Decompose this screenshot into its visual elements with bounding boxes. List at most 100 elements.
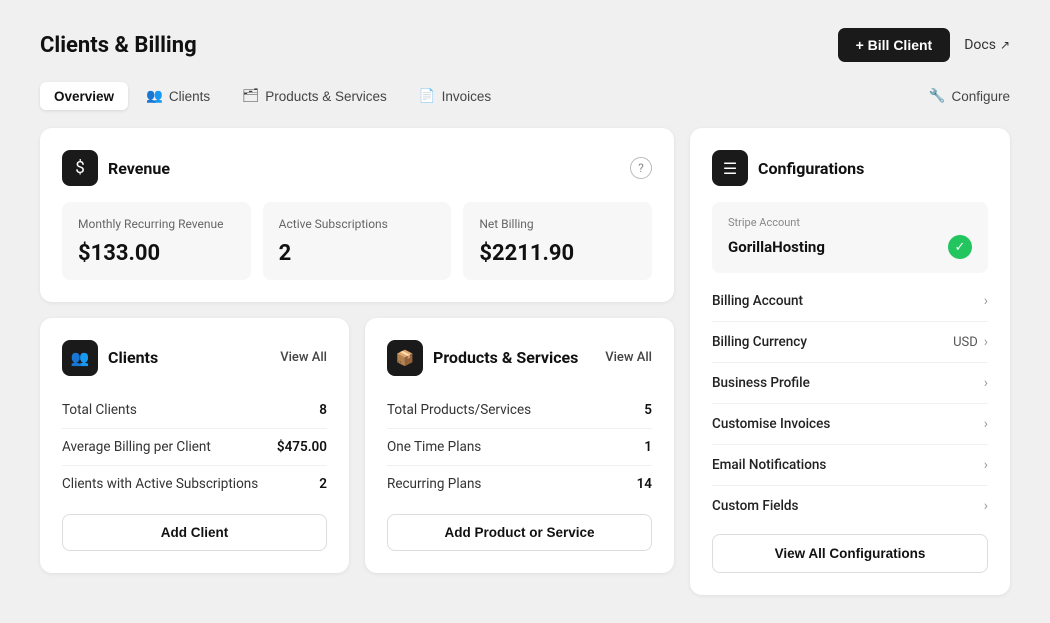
view-all-configurations-button[interactable]: View All Configurations <box>712 534 988 573</box>
stat-avg-billing-value: $475.00 <box>277 439 327 455</box>
clients-view-all[interactable]: View All <box>280 350 327 365</box>
metric-subscriptions: Active Subscriptions 2 <box>263 202 452 280</box>
products-card-header: 📦 Products & Services View All <box>387 340 652 376</box>
configure-label: Configure <box>951 89 1010 104</box>
stat-recurring: Recurring Plans 14 <box>387 466 652 502</box>
add-product-button[interactable]: Add Product or Service <box>387 514 652 551</box>
stat-active-subs: Clients with Active Subscriptions 2 <box>62 466 327 502</box>
revenue-title-group: $ Revenue <box>62 150 170 186</box>
products-icon-box: 📦 <box>387 340 423 376</box>
revenue-icon: $ <box>62 150 98 186</box>
revenue-card-title: Revenue <box>108 159 170 178</box>
tab-overview[interactable]: Overview <box>40 82 128 110</box>
nav-tabs-left: Overview 👥 Clients 🗂 Products & Services… <box>40 82 505 110</box>
bill-client-button[interactable]: + Bill Client <box>838 28 951 62</box>
config-row-billing-account[interactable]: Billing Account › <box>712 281 988 322</box>
clients-icon: 👥 <box>146 88 163 104</box>
tab-clients-label: Clients <box>169 89 210 104</box>
clients-icon-box: 👥 <box>62 340 98 376</box>
stripe-check-icon: ✓ <box>948 235 972 259</box>
custom-fields-label: Custom Fields <box>712 498 799 514</box>
add-client-button[interactable]: Add Client <box>62 514 327 551</box>
config-icon-box: ☰ <box>712 150 748 186</box>
stat-active-subs-value: 2 <box>319 476 327 492</box>
revenue-card: $ Revenue ? Monthly Recurring Revenue $1… <box>40 128 674 302</box>
config-row-custom-fields[interactable]: Custom Fields › <box>712 486 988 526</box>
metric-subs-label: Active Subscriptions <box>279 216 436 233</box>
metric-subs-value: 2 <box>279 241 436 266</box>
tab-invoices[interactable]: 📄 Invoices <box>405 82 505 110</box>
stat-total-products-value: 5 <box>644 402 652 418</box>
products-icon: 🗂 <box>242 88 259 104</box>
billing-account-label: Billing Account <box>712 293 803 309</box>
stat-total-products: Total Products/Services 5 <box>387 392 652 429</box>
stripe-account-name: GorillaHosting <box>728 238 825 256</box>
billing-account-right: › <box>984 293 988 309</box>
chevron-icon: › <box>984 498 988 514</box>
stripe-account-label: Stripe Account <box>728 216 972 229</box>
help-icon[interactable]: ? <box>630 157 652 179</box>
main-grid: $ Revenue ? Monthly Recurring Revenue $1… <box>40 128 1010 595</box>
revenue-card-header: $ Revenue ? <box>62 150 652 186</box>
metric-mrr-label: Monthly Recurring Revenue <box>78 216 235 233</box>
stat-recurring-value: 14 <box>637 476 652 492</box>
chevron-icon: › <box>984 334 988 350</box>
tab-products[interactable]: 🗂 Products & Services <box>228 82 401 110</box>
config-row-business-profile[interactable]: Business Profile › <box>712 363 988 404</box>
clients-card-title: Clients <box>108 348 158 367</box>
metric-mrr-value: $133.00 <box>78 241 235 266</box>
chevron-icon: › <box>984 293 988 309</box>
config-card-header: ☰ Configurations <box>712 150 988 186</box>
products-card: 📦 Products & Services View All Total Pro… <box>365 318 674 573</box>
clients-stats: Total Clients 8 Average Billing per Clie… <box>62 392 327 502</box>
clients-products-grid: 👥 Clients View All Total Clients 8 Avera… <box>40 318 674 573</box>
billing-currency-label: Billing Currency <box>712 334 807 350</box>
business-profile-label: Business Profile <box>712 375 810 391</box>
page-header: Clients & Billing + Bill Client Docs ↗ <box>40 28 1010 62</box>
business-profile-right: › <box>984 375 988 391</box>
stat-total-clients-label: Total Clients <box>62 402 137 418</box>
products-view-all[interactable]: View All <box>605 350 652 365</box>
customise-invoices-label: Customise Invoices <box>712 416 830 432</box>
products-title-group: 📦 Products & Services <box>387 340 578 376</box>
chevron-icon: › <box>984 375 988 391</box>
custom-fields-right: › <box>984 498 988 514</box>
clients-card: 👥 Clients View All Total Clients 8 Avera… <box>40 318 349 573</box>
docs-link[interactable]: Docs ↗ <box>964 37 1010 53</box>
chevron-icon: › <box>984 416 988 432</box>
stat-total-clients: Total Clients 8 <box>62 392 327 429</box>
stat-one-time: One Time Plans 1 <box>387 429 652 466</box>
tab-overview-label: Overview <box>54 89 114 104</box>
docs-label: Docs <box>964 37 996 53</box>
header-actions: + Bill Client Docs ↗ <box>838 28 1010 62</box>
tab-products-label: Products & Services <box>265 89 387 104</box>
tab-invoices-label: Invoices <box>442 89 492 104</box>
config-row-email-notifications[interactable]: Email Notifications › <box>712 445 988 486</box>
config-title-group: ☰ Configurations <box>712 150 864 186</box>
nav-tabs: Overview 👥 Clients 🗂 Products & Services… <box>40 82 1010 110</box>
stat-total-clients-value: 8 <box>319 402 327 418</box>
config-card-title: Configurations <box>758 159 864 178</box>
left-column: $ Revenue ? Monthly Recurring Revenue $1… <box>40 128 674 595</box>
configure-button[interactable]: 🔧 Configure <box>929 88 1010 104</box>
tab-clients[interactable]: 👥 Clients <box>132 82 224 110</box>
chevron-icon: › <box>984 457 988 473</box>
revenue-metrics: Monthly Recurring Revenue $133.00 Active… <box>62 202 652 280</box>
products-card-title: Products & Services <box>433 348 578 367</box>
stat-total-products-label: Total Products/Services <box>387 402 531 418</box>
page-title: Clients & Billing <box>40 33 197 58</box>
config-rows: Billing Account › Billing Currency USD ›… <box>712 281 988 526</box>
billing-currency-right: USD › <box>953 334 988 350</box>
config-row-customise-invoices[interactable]: Customise Invoices › <box>712 404 988 445</box>
billing-currency-value: USD <box>953 335 978 350</box>
metric-net-billing: Net Billing $2211.90 <box>463 202 652 280</box>
email-notifications-label: Email Notifications <box>712 457 826 473</box>
wrench-icon: 🔧 <box>929 88 946 104</box>
stat-active-subs-label: Clients with Active Subscriptions <box>62 476 258 492</box>
stripe-name-row: GorillaHosting ✓ <box>728 235 972 259</box>
stat-avg-billing-label: Average Billing per Client <box>62 439 211 455</box>
metric-mrr: Monthly Recurring Revenue $133.00 <box>62 202 251 280</box>
invoices-icon: 📄 <box>419 88 436 104</box>
stripe-account-box: Stripe Account GorillaHosting ✓ <box>712 202 988 273</box>
config-row-billing-currency[interactable]: Billing Currency USD › <box>712 322 988 363</box>
